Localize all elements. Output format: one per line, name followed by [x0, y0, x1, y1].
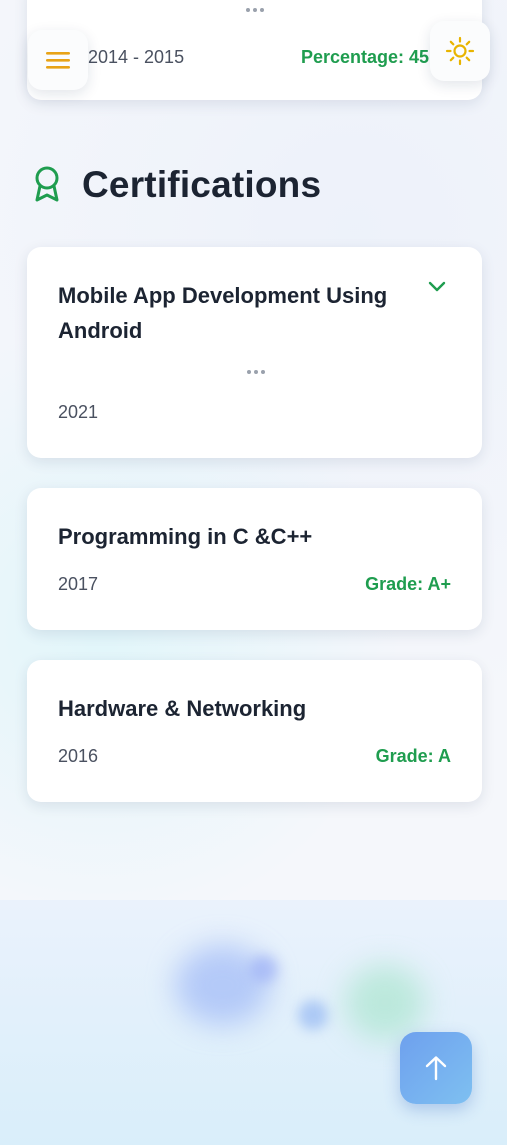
certification-title: Mobile App Development Using Android: [58, 283, 388, 343]
certification-card[interactable]: Hardware & Networking 2016 Grade: A: [27, 660, 482, 802]
education-percentage: Percentage: 45: [301, 47, 430, 67]
certification-year: 2016: [58, 746, 99, 766]
certification-card[interactable]: Programming in C &C++ 2017 Grade: A+: [27, 488, 482, 630]
more-dots-icon[interactable]: [247, 370, 265, 374]
decorative-blob: [298, 1000, 328, 1030]
decorative-blob: [250, 955, 278, 983]
certification-grade: Grade: A: [375, 746, 451, 766]
section-title: Certifications: [82, 164, 322, 205]
certification-title: Hardware & Networking: [58, 696, 307, 721]
more-dots-icon[interactable]: [246, 8, 264, 12]
award-ribbon-icon: [35, 166, 59, 202]
certification-card[interactable]: Mobile App Development Using Android 202…: [27, 247, 482, 458]
hamburger-menu-icon: [46, 52, 70, 69]
certification-year: 2017: [58, 574, 99, 594]
theme-toggle-button[interactable]: [430, 21, 490, 81]
education-year: 2014 - 2015: [88, 47, 185, 67]
certification-title: Programming in C &C++: [58, 524, 313, 549]
certification-year: 2021: [58, 402, 99, 422]
education-card: 2014 - 2015 Percentage: 45: [27, 0, 482, 100]
scroll-to-top-button[interactable]: [400, 1032, 472, 1104]
footer-background: [0, 900, 507, 1145]
arrow-up-icon: [425, 1056, 447, 1081]
certification-grade: Grade: A+: [365, 574, 451, 594]
chevron-down-icon[interactable]: [428, 281, 446, 293]
sun-icon: [445, 36, 475, 66]
decorative-blob: [345, 965, 425, 1040]
menu-button[interactable]: [28, 30, 88, 90]
